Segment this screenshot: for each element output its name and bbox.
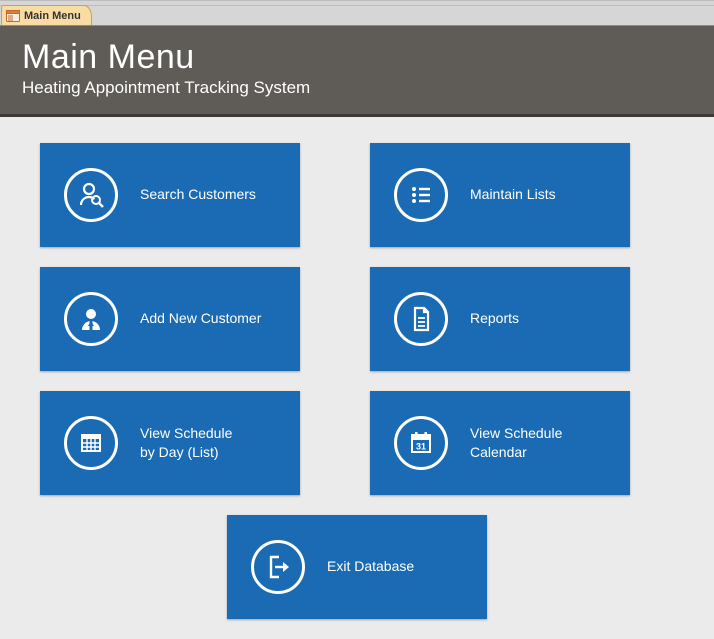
tile-add-new-customer[interactable]: Add New Customer <box>40 267 300 371</box>
tile-grid: Search Customers Maintain Lists <box>40 143 674 495</box>
tab-main-menu[interactable]: Main Menu <box>1 5 92 25</box>
svg-text:31: 31 <box>416 441 426 451</box>
form-icon <box>6 9 20 23</box>
calendar-date-icon: 31 <box>394 416 448 470</box>
exit-icon <box>251 540 305 594</box>
tab-bar: Main Menu <box>0 6 714 26</box>
tile-exit-database[interactable]: Exit Database <box>227 515 487 619</box>
calendar-grid-icon <box>64 416 118 470</box>
tile-label: Maintain Lists <box>470 185 556 204</box>
tab-label: Main Menu <box>24 10 81 22</box>
tile-view-schedule-list[interactable]: View Schedule by Day (List) <box>40 391 300 495</box>
search-person-icon <box>64 168 118 222</box>
exit-row: Exit Database <box>40 515 674 619</box>
tile-search-customers[interactable]: Search Customers <box>40 143 300 247</box>
tile-label: Exit Database <box>327 557 414 576</box>
tile-view-schedule-calendar[interactable]: 31 View Schedule Calendar <box>370 391 630 495</box>
content: Search Customers Maintain Lists <box>0 117 714 639</box>
tile-reports[interactable]: Reports <box>370 267 630 371</box>
tile-label: View Schedule Calendar <box>470 424 562 462</box>
tile-label: View Schedule by Day (List) <box>140 424 232 462</box>
tile-label: Add New Customer <box>140 309 261 328</box>
tile-label: Search Customers <box>140 185 256 204</box>
page-title: Main Menu <box>22 40 692 76</box>
header: Main Menu Heating Appointment Tracking S… <box>0 26 714 117</box>
tile-label: Reports <box>470 309 519 328</box>
page-subtitle: Heating Appointment Tracking System <box>22 78 692 98</box>
person-icon <box>64 292 118 346</box>
list-icon <box>394 168 448 222</box>
document-icon <box>394 292 448 346</box>
tile-maintain-lists[interactable]: Maintain Lists <box>370 143 630 247</box>
